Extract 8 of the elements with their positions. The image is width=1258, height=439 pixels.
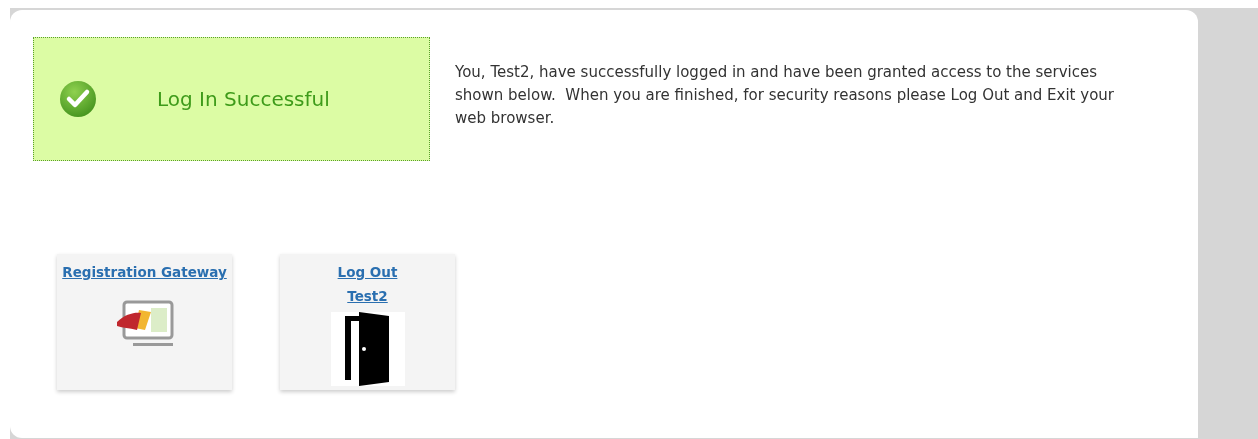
success-message: Log In Successful bbox=[157, 87, 330, 111]
welcome-text: You, Test2, have successfully logged in and have been granted access to the services shown below. When you are finished, for security reasons please Log Out and Exit your web browser. bbox=[455, 62, 1115, 129]
monitor-icon bbox=[114, 300, 175, 346]
link[interactable]: Test2 bbox=[347, 284, 388, 308]
link[interactable]: Registration Gateway bbox=[62, 260, 227, 284]
checkmark-icon bbox=[59, 80, 97, 118]
door-icon bbox=[330, 312, 405, 386]
link[interactable]: Log Out bbox=[337, 260, 398, 284]
